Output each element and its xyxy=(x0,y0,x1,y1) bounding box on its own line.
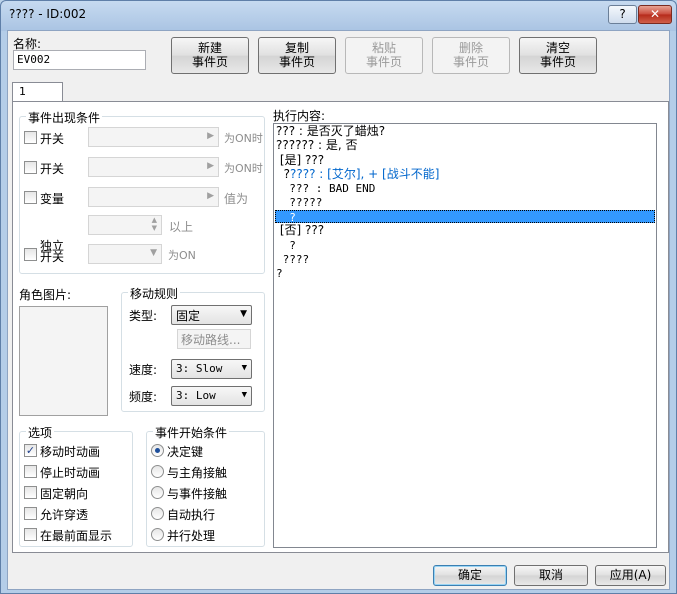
switch1-suffix: 为ON时 xyxy=(224,132,263,145)
graphic-preview[interactable] xyxy=(19,306,108,416)
self-switch-suffix: 为ON xyxy=(168,249,196,262)
options-title: 选项 xyxy=(26,424,55,441)
command-line[interactable]: ??? : BAD END xyxy=(276,182,375,195)
variable-label: 变量 xyxy=(40,192,65,206)
movement-speed-select[interactable]: 3: Slow ▼ xyxy=(171,359,252,379)
self-switch-label-line2: 开关 xyxy=(40,250,65,264)
clear-page-button[interactable]: 清空 事件页 xyxy=(519,37,597,74)
trigger-title: 事件开始条件 xyxy=(153,424,230,441)
trigger-radio-event-touch[interactable] xyxy=(151,486,164,499)
self-switch-checkbox[interactable] xyxy=(24,248,37,261)
trigger-radio-parallel[interactable] xyxy=(151,528,164,541)
command-line[interactable]: ? xyxy=(276,267,283,280)
close-button[interactable]: ✕ xyxy=(638,5,672,24)
option-checkbox-step-anime[interactable] xyxy=(24,465,37,478)
movement-group: 移动规则 类型: 固定 ▼ 移动路线... 速度: 3: Slow ▼ 频度: 3:… xyxy=(121,285,265,412)
contents-label: 执行内容: xyxy=(273,109,326,123)
chevron-down-icon: ▼ xyxy=(150,248,157,258)
conditions-title: 事件出现条件 xyxy=(26,109,103,126)
movement-type-label: 类型: xyxy=(129,309,158,323)
trigger-label-parallel: 并行处理 xyxy=(167,529,216,543)
copy-page-button[interactable]: 复制 事件页 xyxy=(258,37,336,74)
command-line-text: ???? : [艾尔], + [战斗不能] xyxy=(290,167,440,181)
switch2-label: 开关 xyxy=(40,162,65,176)
spinner-arrows-icon: ▲ ▼ xyxy=(151,216,157,232)
help-button[interactable]: ? xyxy=(608,5,637,24)
arrow-right-icon: ▶ xyxy=(207,161,214,171)
command-line[interactable]: ????? : [艾尔], + [战斗不能] xyxy=(276,167,440,181)
title-bar[interactable]: ???? - ID:002 ? ✕ xyxy=(1,1,676,29)
chevron-down-icon: ▼ xyxy=(241,363,247,373)
option-checkbox-always-on-top[interactable] xyxy=(24,528,37,541)
arrow-right-icon: ▶ xyxy=(207,131,214,141)
option-label-step-anime: 停止时动画 xyxy=(40,466,101,480)
movement-type-select[interactable]: 固定 ▼ xyxy=(171,305,252,325)
command-line-selected[interactable]: ? xyxy=(275,210,655,224)
arrow-right-icon: ▶ xyxy=(207,191,214,201)
movement-freq-value: 3: Low xyxy=(176,389,216,402)
chevron-down-icon: ▼ xyxy=(240,309,247,319)
move-route-button[interactable]: 移动路线... xyxy=(177,329,251,349)
option-checkbox-walk-anime[interactable]: ✓ xyxy=(24,444,37,457)
option-label-direction-fix: 固定朝向 xyxy=(40,487,89,501)
graphic-label: 角色图片: xyxy=(19,288,72,302)
trigger-radio-action-button[interactable] xyxy=(151,444,164,457)
variable-suffix: 值为 xyxy=(224,192,249,206)
trigger-label-autorun: 自动执行 xyxy=(167,508,216,522)
cancel-button[interactable]: 取消 xyxy=(514,565,588,586)
command-line[interactable]: ???? xyxy=(276,253,310,266)
conditions-group: 事件出现条件 开关 ▶ 为ON时 开关 ▶ 为ON时 变量 ▶ 值为 ▲ ▼ 以上… xyxy=(19,109,265,274)
delete-page-button[interactable]: 删除 事件页 xyxy=(432,37,510,74)
variable-value-spinner[interactable]: ▲ ▼ xyxy=(88,215,162,235)
ok-button[interactable]: 确定 xyxy=(433,565,507,586)
trigger-label-player-touch: 与主角接触 xyxy=(167,466,228,480)
command-line[interactable]: ??? : 是否灭了蜡烛? xyxy=(276,125,385,138)
command-line[interactable]: ????? xyxy=(276,196,322,209)
command-line[interactable]: [是] ??? xyxy=(276,154,324,167)
command-line-prefix: ? xyxy=(276,167,290,181)
switch2-select[interactable]: ▶ xyxy=(88,157,219,177)
command-line[interactable]: ?????? : 是, 否 xyxy=(276,139,358,152)
trigger-group: 事件开始条件 决定键 与主角接触 与事件接触 自动执行 并行处理 xyxy=(146,424,265,547)
dialog-client: 名称: EV002 新建 事件页 复制 事件页 粘贴 事件页 删除 事件页 清空… xyxy=(7,30,670,590)
options-group: 选项 ✓ 移动时动画 停止时动画 固定朝向 允许穿透 在最前面显示 xyxy=(19,424,133,547)
apply-button[interactable]: 应用(A) xyxy=(595,565,666,586)
new-page-button[interactable]: 新建 事件页 xyxy=(171,37,249,74)
trigger-label-event-touch: 与事件接触 xyxy=(167,487,228,501)
variable-checkbox[interactable] xyxy=(24,191,37,204)
switch1-label: 开关 xyxy=(40,132,65,146)
command-line[interactable]: [否] ??? xyxy=(276,224,324,237)
paste-page-button[interactable]: 粘贴 事件页 xyxy=(345,37,423,74)
event-command-list[interactable]: ??? : 是否灭了蜡烛? ?????? : 是, 否 [是] ??? ????… xyxy=(273,123,657,548)
variable-value-suffix: 以上 xyxy=(169,220,194,234)
movement-speed-label: 速度: xyxy=(129,363,158,377)
tab-page-1[interactable]: 1 xyxy=(12,82,63,102)
switch1-select[interactable]: ▶ xyxy=(88,127,219,147)
self-switch-select[interactable]: ▼ xyxy=(88,244,162,264)
window-title: ???? - ID:002 xyxy=(9,7,87,21)
switch2-checkbox[interactable] xyxy=(24,161,37,174)
option-label-always-on-top: 在最前面显示 xyxy=(40,529,113,543)
option-label-walk-anime: 移动时动画 xyxy=(40,445,101,459)
trigger-radio-autorun[interactable] xyxy=(151,507,164,520)
movement-freq-label: 频度: xyxy=(129,390,158,404)
option-checkbox-direction-fix[interactable] xyxy=(24,486,37,499)
switch1-checkbox[interactable] xyxy=(24,131,37,144)
chevron-down-icon: ▼ xyxy=(241,390,247,400)
movement-speed-value: 3: Slow xyxy=(176,362,223,375)
variable-select[interactable]: ▶ xyxy=(88,187,219,207)
self-switch-label: 独立 开关 xyxy=(40,240,65,264)
movement-freq-select[interactable]: 3: Low ▼ xyxy=(171,386,252,406)
switch2-suffix: 为ON时 xyxy=(224,162,263,175)
trigger-radio-player-touch[interactable] xyxy=(151,465,164,478)
event-editor-window: ???? - ID:002 ? ✕ 名称: EV002 新建 事件页 复制 事件… xyxy=(0,0,677,594)
command-line[interactable]: ? xyxy=(276,239,296,252)
name-input[interactable]: EV002 xyxy=(13,50,146,70)
option-checkbox-through[interactable] xyxy=(24,507,37,520)
option-label-through: 允许穿透 xyxy=(40,508,89,522)
page-panel: 事件出现条件 开关 ▶ 为ON时 开关 ▶ 为ON时 变量 ▶ 值为 ▲ ▼ 以上… xyxy=(12,101,669,553)
movement-type-value: 固定 xyxy=(176,309,201,323)
movement-title: 移动规则 xyxy=(128,285,181,302)
trigger-label-action-button: 决定键 xyxy=(167,445,204,459)
